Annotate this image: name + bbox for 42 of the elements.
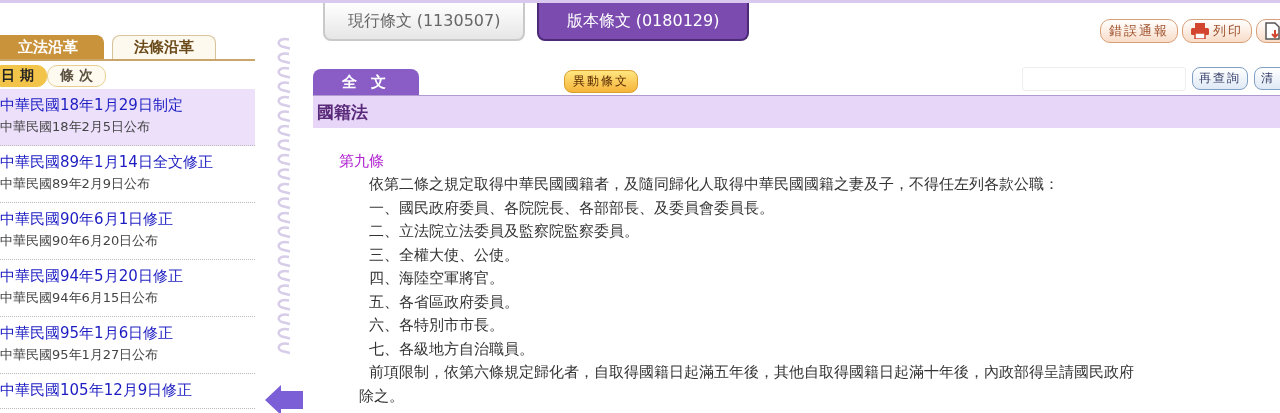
history-item[interactable]: 中華民國90年6月1日修正 中華民國90年6月20日公布 [0, 203, 255, 260]
promulgation-date: 中華民國94年6月15日公布 [0, 289, 160, 307]
version-tab[interactable]: 現行條文 (1130507) [323, 3, 525, 41]
history-item[interactable]: 中華民國18年1月29日制定 中華民國18年2月5日公布 [0, 89, 255, 146]
article-number: 第九條 [339, 151, 385, 172]
sort-tab[interactable]: 條 次 [46, 65, 106, 87]
collapse-arrow-icon[interactable] [265, 383, 303, 413]
promulgation-date: 中華民國89年2月9日公布 [0, 175, 152, 193]
history-item[interactable]: 中華民國94年5月20日修正 中華民國94年6月15日公布 [0, 260, 255, 317]
search-again-button[interactable]: 再查詢 [1192, 67, 1248, 90]
history-item[interactable]: 中華民國89年1月14日全文修正 中華民國89年2月9日公布 [0, 146, 255, 203]
error-report-button[interactable]: 錯誤通報 [1100, 19, 1178, 43]
promulgation-date: 中華民國90年6月20日公布 [0, 232, 160, 250]
amendment-date[interactable]: 中華民國105年12月9日修正 [0, 379, 255, 401]
promulgation-date: 中華民國95年1月27日公布 [0, 346, 160, 364]
amendment-date[interactable]: 中華民國90年6月1日修正 [0, 208, 255, 230]
amendment-date[interactable]: 中華民國89年1月14日全文修正 [0, 151, 255, 173]
article-paragraph: 五、各省區政府委員。 [368, 291, 520, 313]
history-item[interactable]: 中華民國95年1月6日修正 中華民國95年1月27日公布 [0, 317, 255, 374]
amendment-date[interactable]: 中華民國95年1月6日修正 [0, 322, 255, 344]
article-paragraph: 三、全權大使、公使。 [368, 244, 520, 266]
amendment-date[interactable]: 中華民國94年5月20日修正 [0, 265, 255, 287]
changed-articles-button[interactable]: 異動條文 [564, 70, 638, 93]
article-paragraph: 六、各特別市市長。 [368, 315, 505, 336]
history-item[interactable]: 中華民國105年12月9日修正 [0, 374, 255, 409]
print-button[interactable]: 列印 [1182, 19, 1252, 43]
history-tab[interactable]: 法條沿革 [112, 35, 216, 59]
sort-tab[interactable]: 日 期 [0, 65, 47, 87]
promulgation-date: 中華民國18年2月5日公布 [0, 118, 152, 136]
full-text-tab[interactable]: 全 文 [313, 69, 419, 95]
article-paragraph: 依第二條之規定取得中華民國國籍者，及隨同歸化人取得中華民國國籍之妻及子，不得任左列各款公職： [368, 174, 1060, 195]
law-title: 國籍法 [317, 100, 368, 124]
article-paragraph: 一、國民政府委員、各院院長、各部部長、及委員會委員長。 [368, 197, 775, 219]
printer-icon [1191, 23, 1209, 39]
amendment-date[interactable]: 中華民國18年1月29日制定 [0, 94, 255, 116]
version-tab[interactable]: 版本條文 (0180129) [537, 3, 749, 41]
document-download-icon [1265, 22, 1280, 40]
article-paragraph: 七、各級地方自治職員。 [368, 338, 535, 360]
article-paragraph: 二、立法院立法委員及監察院監察委員。 [368, 221, 640, 242]
article-paragraph: 四、海陸空軍將官。 [368, 268, 505, 289]
clear-button[interactable]: 清 [1254, 67, 1280, 90]
article-paragraph: 前項限制，依第六條規定歸化者，自取得國籍日起滿五年後，其他自取得國籍日起滿十年後，內政部得呈請國民政府 除之。 [358, 362, 1135, 407]
